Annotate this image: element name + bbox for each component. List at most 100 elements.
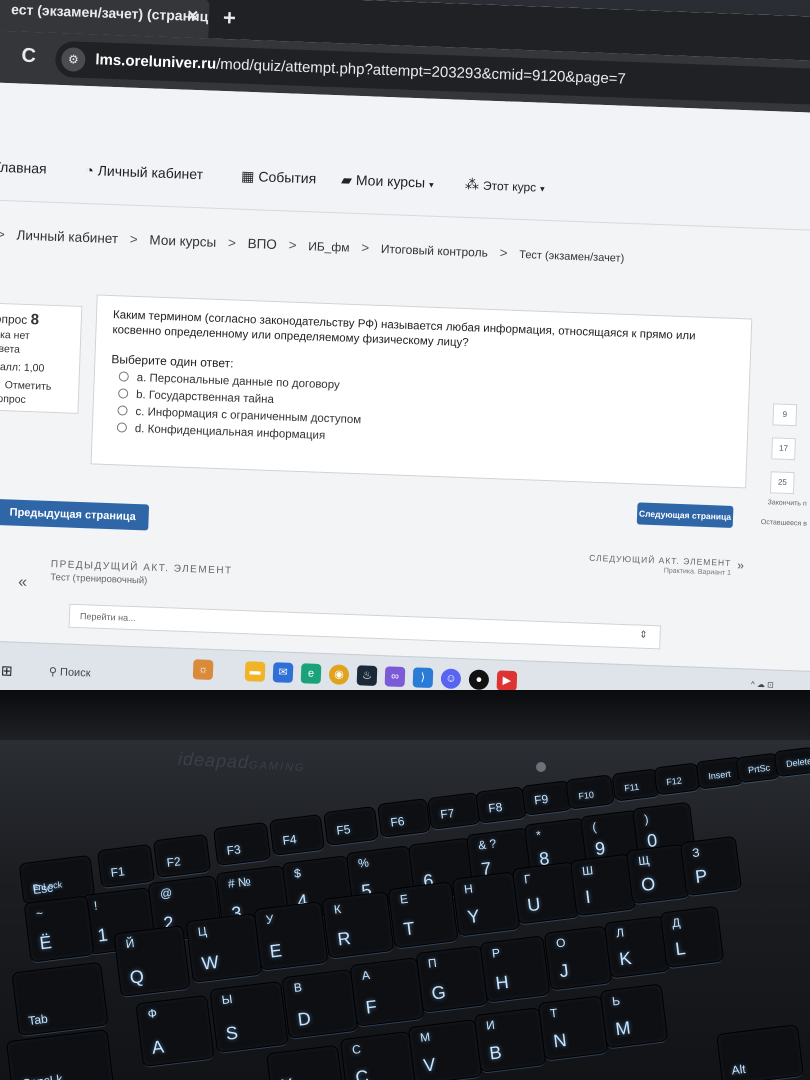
key-label: U: [526, 893, 542, 916]
key-ki[interactable]: IШ: [570, 854, 636, 916]
key-label: Q: [128, 966, 146, 988]
key-tab[interactable]: Tab: [12, 962, 108, 1036]
key-sublabel: ~: [35, 905, 44, 921]
key-sublabel: Ш: [581, 863, 594, 879]
key-sublabel: Ц: [197, 924, 208, 940]
key-ky[interactable]: YН: [452, 872, 520, 936]
key-f2[interactable]: F2: [154, 834, 210, 878]
key-sublabel: Ф: [146, 1006, 158, 1022]
key-label: F9: [533, 791, 549, 808]
key-label: W: [200, 951, 220, 974]
key-f5[interactable]: F5: [324, 807, 378, 845]
key-label: Ё: [38, 932, 53, 954]
key-prtsc[interactable]: PrtSc: [736, 753, 780, 783]
key-sublabel: П: [427, 955, 438, 971]
key-label: N: [552, 1029, 568, 1052]
key-label: B: [488, 1042, 503, 1064]
key-label: F6: [389, 814, 406, 830]
key-ks[interactable]: SЫ: [210, 981, 288, 1053]
key-label: G: [430, 981, 447, 1004]
key-sublabel: Ы: [220, 991, 234, 1008]
key-label: F1: [109, 864, 126, 880]
key-sublabel: !: [93, 898, 99, 913]
key-label: L: [674, 937, 687, 960]
key-sublabel: К: [333, 902, 342, 917]
key-ku[interactable]: UГ: [512, 862, 580, 924]
key-f7[interactable]: F7: [428, 793, 480, 829]
key-sublabel: Т: [549, 1005, 559, 1021]
key-sublabel: И: [485, 1017, 496, 1033]
key-kw[interactable]: WЦ: [186, 914, 262, 982]
key-label: P: [694, 865, 709, 887]
key-kd[interactable]: DВ: [282, 970, 358, 1038]
key-label: Y: [466, 905, 481, 928]
key-label: CapsLk: [21, 1072, 63, 1080]
key-label: F11: [623, 781, 640, 794]
key-kb[interactable]: BИ: [474, 1008, 546, 1072]
key-label: F5: [335, 822, 352, 838]
key-kj[interactable]: JО: [544, 926, 612, 990]
key-ko[interactable]: OЩ: [627, 844, 689, 904]
key-tilde[interactable]: Ё ~: [24, 896, 94, 962]
key-label: R: [336, 928, 352, 950]
key-label: X: [280, 1075, 294, 1080]
key-f3[interactable]: F3: [214, 822, 270, 866]
key-sublabel: А: [361, 968, 371, 983]
key-kl[interactable]: LД: [660, 906, 724, 968]
key-sublabel: М: [419, 1029, 431, 1045]
key-delete[interactable]: Delete: [774, 747, 810, 777]
keyboard: Esc FnLock F1 F2 F3 F4 F5 F6 F7 F8 F9 F10 F11 F12 Inse…: [0, 0, 810, 1080]
key-f12[interactable]: F12: [654, 763, 700, 795]
key-f6[interactable]: F6: [378, 799, 430, 837]
key-label: S: [224, 1022, 240, 1044]
key-f10[interactable]: F10: [566, 775, 614, 809]
photo: ест (экзамен/зачет) (страниц ✕ + C ⚙ lms…: [0, 0, 810, 1080]
key-label: A: [150, 1036, 166, 1058]
key-sublabel: # №: [227, 874, 252, 891]
key-kr[interactable]: RК: [322, 892, 394, 958]
key-kp[interactable]: PЗ: [681, 836, 741, 896]
key-label: C: [354, 1066, 370, 1080]
key-label: E: [268, 940, 283, 962]
key-alt[interactable]: Alt: [717, 1025, 803, 1080]
key-label: M: [614, 1017, 632, 1040]
key-sublabel: Ь: [611, 993, 621, 1009]
key-sublabel: Д: [671, 915, 682, 931]
key-f8[interactable]: F8: [476, 787, 526, 823]
key-kk[interactable]: KЛ: [604, 916, 670, 978]
key-km[interactable]: MЬ: [600, 984, 668, 1048]
key-label: F12: [665, 775, 683, 788]
key-f11[interactable]: F11: [612, 769, 660, 801]
key-kc[interactable]: CС: [340, 1032, 416, 1080]
key-sublabel: Н: [463, 881, 474, 897]
key-f9[interactable]: F9: [522, 781, 572, 815]
key-sublabel: Л: [615, 925, 625, 941]
key-sublabel: У: [265, 912, 275, 927]
key-f1[interactable]: F1: [98, 844, 154, 888]
key-sublabel: $: [293, 866, 302, 881]
key-kg[interactable]: GП: [416, 946, 488, 1012]
key-capslk[interactable]: CapsLk: [6, 1030, 114, 1080]
key-label: F10: [577, 789, 595, 802]
key-sublabel: Р: [491, 945, 501, 961]
key-sublabel: В: [293, 980, 303, 996]
key-sublabel: Г: [523, 871, 532, 887]
key-sublabel: Е: [399, 891, 409, 907]
key-kq[interactable]: QЙ: [114, 926, 190, 996]
key-sublabel: & ?: [477, 836, 498, 853]
key-label: 1: [96, 924, 109, 946]
key-kt[interactable]: TЕ: [388, 882, 458, 948]
key-kx[interactable]: X: [267, 1045, 343, 1080]
key-kn[interactable]: NТ: [538, 996, 608, 1060]
key-sublabel: (: [591, 819, 598, 835]
key-ka[interactable]: AФ: [136, 995, 214, 1067]
key-ke[interactable]: EУ: [254, 902, 328, 970]
key-label: T: [402, 918, 416, 940]
key-f4[interactable]: F4: [270, 815, 324, 855]
key-kv[interactable]: VМ: [408, 1020, 482, 1080]
key-kh[interactable]: HР: [480, 936, 550, 1002]
key-label: PrtSc: [747, 762, 771, 776]
key-kf[interactable]: FА: [350, 958, 424, 1026]
key-label: J: [558, 960, 570, 982]
key-sublabel: Й: [124, 936, 136, 952]
